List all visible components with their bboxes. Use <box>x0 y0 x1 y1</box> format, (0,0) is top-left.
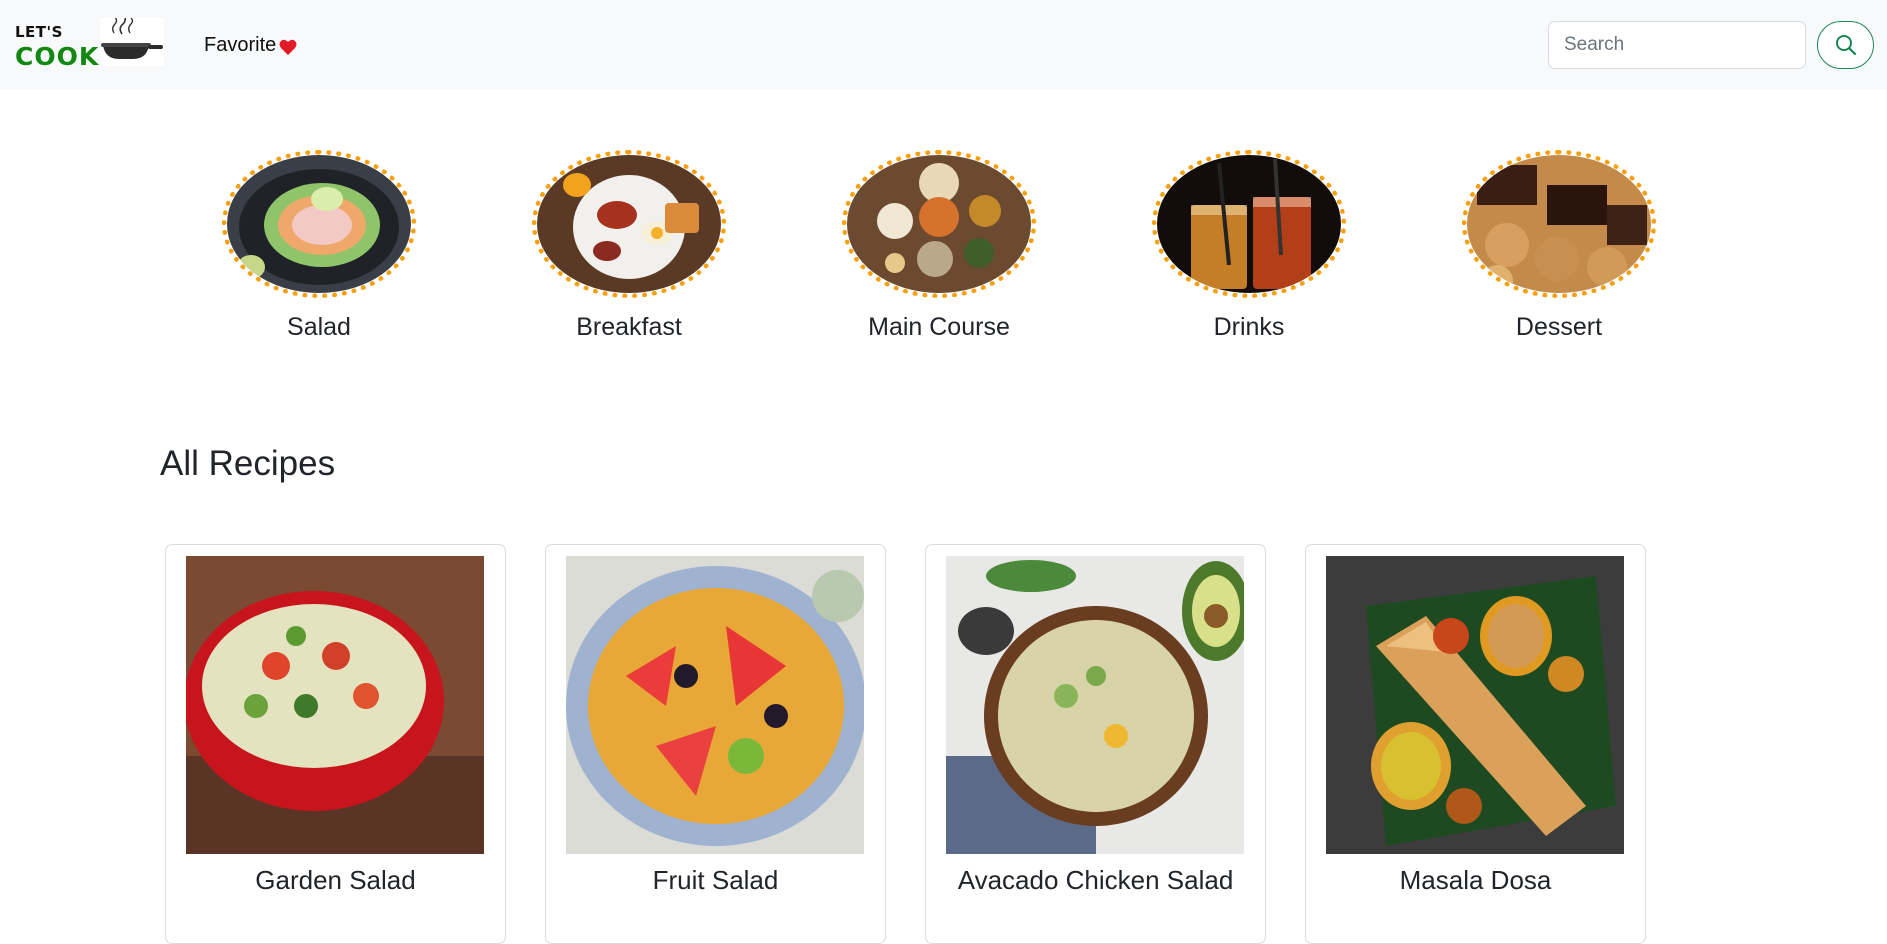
category-image-drinks <box>1152 150 1346 298</box>
recipe-image-avacado-chicken-salad <box>946 556 1244 854</box>
search-icon <box>1835 35 1856 56</box>
search-input[interactable] <box>1548 21 1806 69</box>
category-salad[interactable]: Salad <box>219 150 419 350</box>
recipe-card-masala-dosa[interactable]: Masala Dosa <box>1305 544 1646 944</box>
category-image-breakfast <box>532 150 726 298</box>
logo-text-top: LET'S <box>15 23 63 41</box>
recipe-title: Masala Dosa <box>1399 865 1552 895</box>
heart-icon <box>279 39 297 55</box>
recipe-title: Garden Salad <box>255 865 416 895</box>
recipe-card-avacado-chicken-salad[interactable]: Avacado Chicken Salad <box>925 544 1266 944</box>
recipe-title: Fruit Salad <box>652 865 779 895</box>
recipe-card-garden-salad[interactable]: Garden Salad <box>165 544 506 944</box>
section-title-all-recipes: All Recipes <box>160 444 336 483</box>
brand-logo[interactable]: LET'S COOK <box>14 14 164 72</box>
category-image-main-course <box>842 150 1036 298</box>
favorite-link[interactable]: Favorite <box>204 34 297 57</box>
favorite-label: Favorite <box>204 34 277 56</box>
recipe-image-fruit-salad <box>566 556 864 854</box>
category-label: Drinks <box>1213 313 1285 341</box>
category-label: Salad <box>287 313 351 341</box>
category-main-course[interactable]: Main Course <box>839 150 1039 350</box>
recipe-image-masala-dosa <box>1326 556 1624 854</box>
recipe-card-fruit-salad[interactable]: Fruit Salad <box>545 544 886 944</box>
logo-text-bottom: COOK <box>15 42 100 71</box>
category-breakfast[interactable]: Breakfast <box>529 150 729 350</box>
recipe-image-garden-salad <box>186 556 484 854</box>
category-label: Main Course <box>868 313 1010 341</box>
frying-pan-icon <box>100 14 164 66</box>
category-dessert[interactable]: Dessert <box>1459 150 1659 350</box>
category-label: Dessert <box>1515 313 1603 341</box>
navbar: LET'S COOK Favorite <box>0 0 1887 90</box>
category-label: Breakfast <box>576 313 682 341</box>
recipe-title: Avacado Chicken Salad <box>957 865 1234 895</box>
category-image-dessert <box>1462 150 1656 298</box>
category-image-salad <box>222 150 416 298</box>
category-drinks[interactable]: Drinks <box>1149 150 1349 350</box>
search-button[interactable] <box>1817 21 1874 69</box>
